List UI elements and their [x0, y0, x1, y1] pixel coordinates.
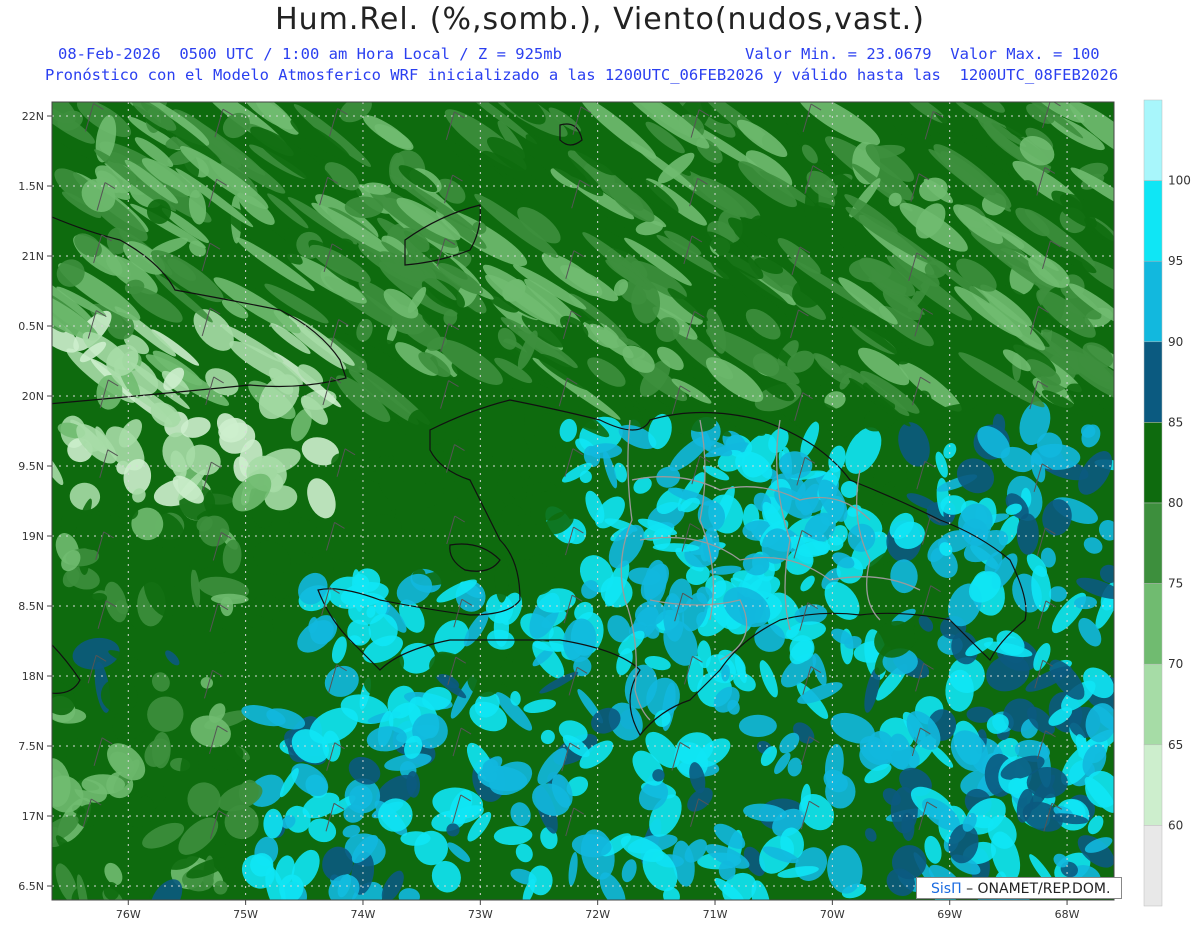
- humidity-cell: [344, 196, 384, 219]
- colorbar-label: 65: [1168, 738, 1183, 752]
- colorbar: 100 95 90 85 80 75 70 65 60: [1143, 99, 1191, 907]
- plot-area: [52, 102, 1114, 900]
- lat-label: 21N: [22, 250, 44, 263]
- colorbar-label: 100: [1168, 174, 1191, 188]
- humidity-cell: [1016, 513, 1039, 555]
- humidity-cell: [1026, 767, 1068, 799]
- lat-label: 8.5N: [18, 600, 44, 613]
- colorbar-label: 60: [1168, 818, 1183, 832]
- lon-label: 76W: [116, 908, 141, 921]
- colorbar-label: 70: [1168, 657, 1183, 671]
- credit-label: – ONAMET/REP.DOM.: [966, 881, 1111, 897]
- colorbar-label: 80: [1168, 496, 1183, 510]
- humidity-cell: [1048, 586, 1067, 602]
- humidity-cell: [269, 666, 283, 691]
- lon-label: 73W: [468, 908, 493, 921]
- lat-label: 20N: [22, 390, 44, 403]
- lat-label: 19N: [22, 530, 44, 543]
- colorbar-segment: [1143, 99, 1163, 181]
- credit-box: SisΠ – ONAMET/REP.DOM.: [916, 877, 1122, 899]
- lon-label: 70W: [820, 908, 845, 921]
- colorbar-segment: [1143, 422, 1163, 504]
- lon-label: 75W: [233, 908, 258, 921]
- latitude-axis: 22N 1.5N 21N 0.5N 20N 9.5N 19N 8.5N 18N 7.5N 17N 6.…: [18, 110, 52, 893]
- lon-label: 68W: [1055, 908, 1080, 921]
- humidity-cell: [493, 608, 509, 647]
- colorbar-segment: [1143, 825, 1163, 907]
- lat-label: 1.5N: [18, 180, 44, 193]
- colorbar-segment: [1143, 583, 1163, 665]
- colorbar-label: 95: [1168, 254, 1183, 268]
- lon-label: 71W: [703, 908, 728, 921]
- colorbar-segment: [1143, 180, 1163, 262]
- lon-label: 72W: [585, 908, 610, 921]
- longitude-axis: 76W 75W 74W 73W 72W 71W 70W 69W 68W: [116, 900, 1080, 921]
- lat-label: 17N: [22, 810, 44, 823]
- humidity-cell: [511, 406, 525, 433]
- lat-label: 9.5N: [18, 460, 44, 473]
- colorbar-segment: [1143, 341, 1163, 423]
- colorbar-segment: [1143, 260, 1163, 343]
- colorbar-label: 85: [1168, 415, 1183, 429]
- brand-label: SisΠ: [931, 881, 962, 897]
- humidity-cell: [55, 727, 79, 757]
- lat-label: 7.5N: [18, 740, 44, 753]
- humidity-wind-map: 22N 1.5N 21N 0.5N 20N 9.5N 19N 8.5N 18N 7.5N 17N 6.…: [18, 99, 1191, 921]
- lat-label: 22N: [22, 110, 44, 123]
- colorbar-label: 90: [1168, 335, 1183, 349]
- humidity-cell: [494, 553, 509, 603]
- lon-label: 74W: [351, 908, 376, 921]
- colorbar-label: 75: [1168, 577, 1183, 591]
- lon-label: 69W: [937, 908, 962, 921]
- lat-label: 6.5N: [18, 880, 44, 893]
- lat-label: 0.5N: [18, 320, 44, 333]
- humidity-cell: [362, 514, 402, 538]
- colorbar-segment: [1143, 663, 1163, 746]
- humidity-cell: [738, 714, 777, 738]
- lat-label: 18N: [22, 670, 44, 683]
- colorbar-segment: [1143, 744, 1163, 826]
- colorbar-segment: [1143, 502, 1163, 584]
